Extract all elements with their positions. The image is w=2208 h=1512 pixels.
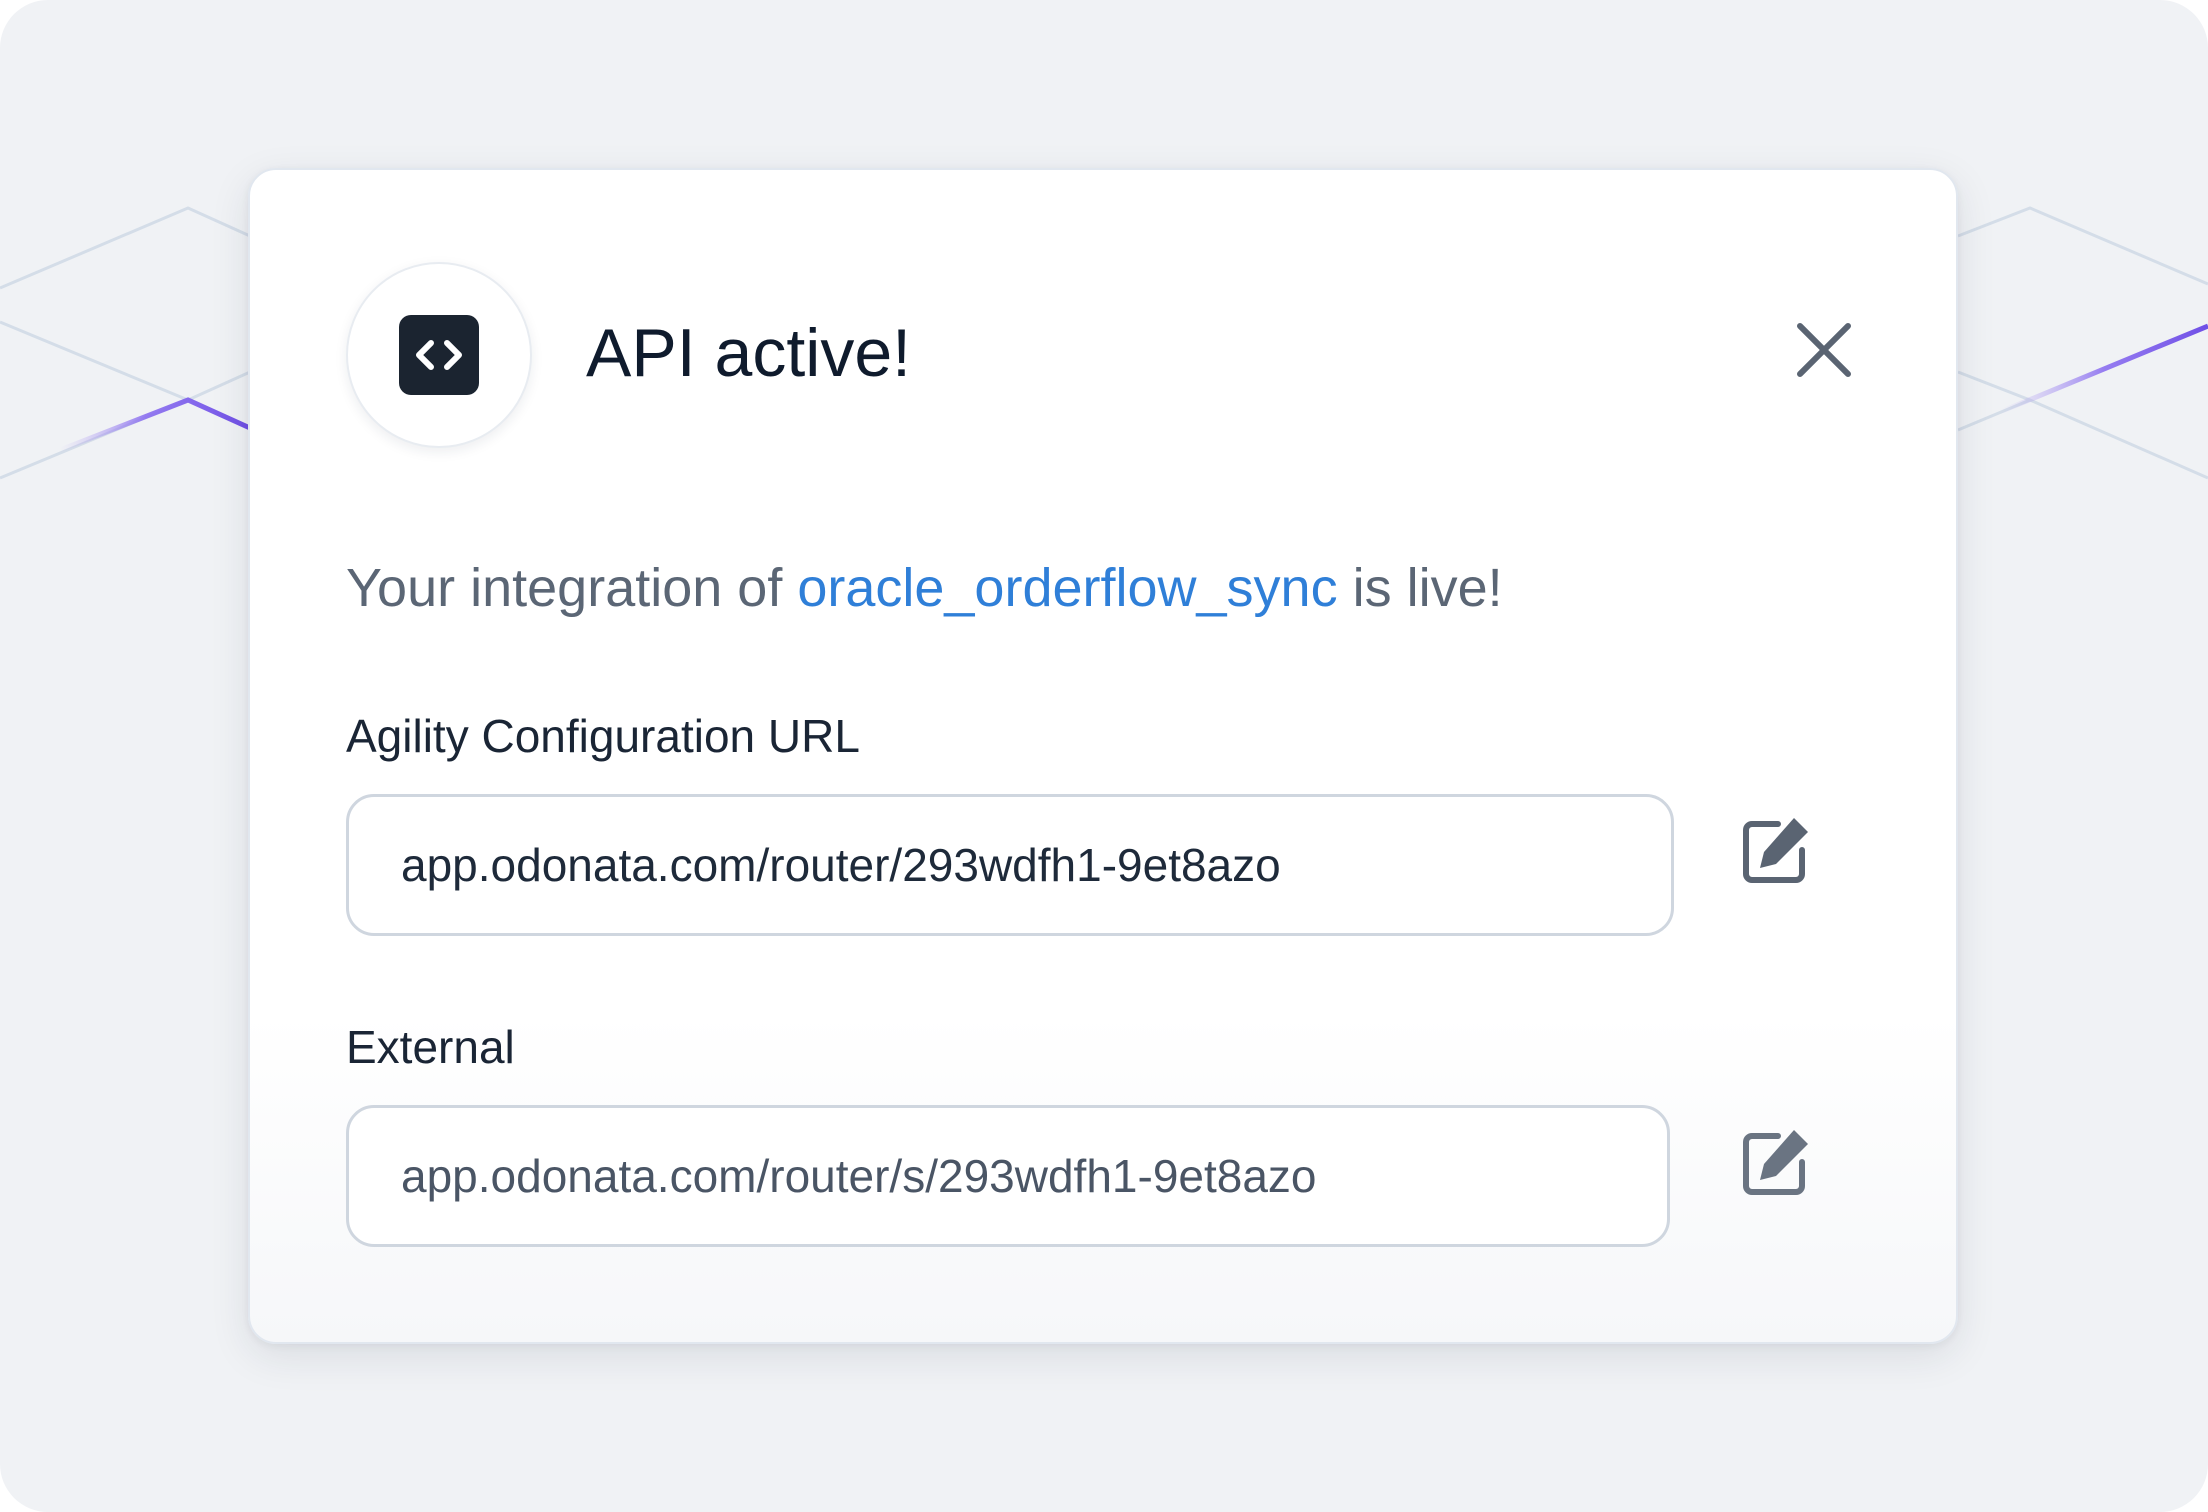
external-url-label: External [346, 1021, 515, 1073]
backdrop: API active! Your integration of oracle_o… [0, 0, 2208, 1512]
agility-config-url-input[interactable] [401, 797, 1643, 933]
edit-icon [1743, 1130, 1808, 1195]
integration-name-link[interactable]: oracle_orderflow_sync [797, 558, 1337, 618]
edit-agility-url-button[interactable] [1736, 810, 1816, 890]
agility-config-url-field[interactable] [346, 794, 1674, 936]
integration-status-message: Your integration of oracle_orderflow_syn… [346, 548, 1503, 628]
edit-external-url-button[interactable] [1736, 1122, 1816, 1202]
message-suffix: is live! [1337, 558, 1503, 618]
dialog-title: API active! [586, 315, 912, 391]
api-icon-badge [346, 262, 532, 448]
agility-config-url-label: Agility Configuration URL [346, 710, 860, 762]
close-icon [1797, 323, 1851, 377]
external-url-field[interactable] [346, 1105, 1670, 1247]
external-url-input[interactable] [401, 1108, 1639, 1244]
close-button[interactable] [1784, 310, 1864, 390]
code-icon [399, 315, 479, 395]
edit-icon [1743, 818, 1808, 883]
message-prefix: Your integration of [346, 558, 798, 618]
api-active-dialog: API active! Your integration of oracle_o… [248, 168, 1958, 1344]
